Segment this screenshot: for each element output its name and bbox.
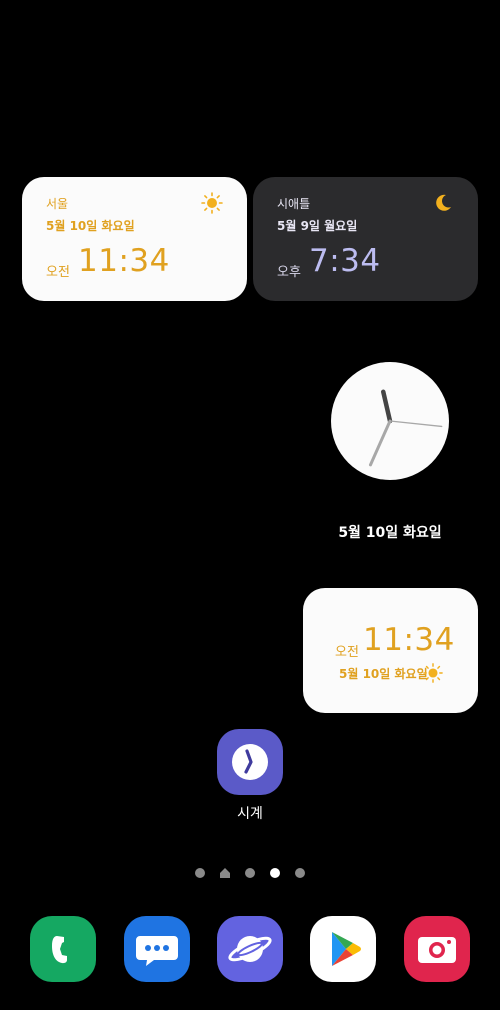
page-dot-active[interactable]: [270, 868, 280, 878]
analog-clock-widget[interactable]: [330, 361, 450, 481]
digital-ampm: 오전: [335, 645, 359, 660]
clock-app-icon[interactable]: [217, 729, 283, 795]
page-indicator[interactable]: [190, 866, 310, 880]
sun-icon: [423, 663, 443, 683]
camera-icon[interactable]: [404, 916, 470, 982]
messages-icon[interactable]: [124, 916, 190, 982]
home-ampm: 오전: [46, 265, 70, 280]
home-date: 5월 10일 화요일: [46, 219, 135, 233]
moon-icon: [436, 194, 451, 211]
phone-icon[interactable]: [30, 916, 96, 982]
world-city: 시애틀: [277, 197, 311, 211]
home-page-icon[interactable]: [219, 867, 231, 879]
dual-clock-world-card[interactable]: 시애틀 5월 9일 월요일 오후 7:34: [253, 177, 478, 301]
dual-clock-home-card[interactable]: 서울 5월 10일 화요일 오전 11:34: [22, 177, 247, 301]
play-store-icon[interactable]: [310, 916, 376, 982]
home-time: 11:34: [78, 243, 170, 279]
world-time: 7:34: [309, 243, 381, 279]
clock-app-label: 시계: [237, 806, 263, 822]
page-dot[interactable]: [245, 868, 255, 878]
internet-icon[interactable]: [217, 916, 283, 982]
home-city: 서울: [46, 197, 69, 211]
sun-icon: [201, 192, 223, 214]
world-date: 5월 9일 월요일: [277, 219, 358, 233]
clock-app-shortcut[interactable]: 시계: [215, 729, 285, 823]
digital-time: 11:34: [363, 622, 455, 658]
digital-date: 5월 10일 화요일: [339, 667, 428, 681]
home-screen: 서울 5월 10일 화요일 오전 11:34 시애틀 5월 9일 월요일 오후 …: [0, 0, 500, 1010]
analog-clock-date: 5월 10일 화요일: [338, 525, 442, 541]
world-ampm: 오후: [277, 265, 301, 280]
page-dot[interactable]: [295, 868, 305, 878]
digital-clock-widget[interactable]: 오전 11:34 5월 10일 화요일: [303, 588, 478, 713]
page-dot[interactable]: [195, 868, 205, 878]
